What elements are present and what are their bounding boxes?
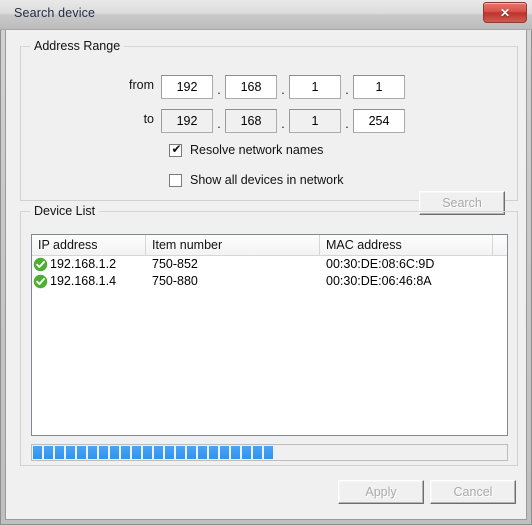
progress-chunk (209, 446, 218, 459)
status-ok-icon (33, 257, 48, 272)
to-dot-3: . (345, 117, 349, 131)
device-list-box[interactable]: IP address Item number MAC address 192.1… (31, 234, 508, 436)
to-dot-2: . (281, 117, 285, 131)
progress-chunk (110, 446, 119, 459)
search-device-window: Search device ✕ Address Range from . . .… (0, 0, 532, 525)
column-header-mac-address[interactable]: MAC address (320, 235, 493, 255)
progress-chunk (154, 446, 163, 459)
progress-chunk (88, 446, 97, 459)
cell-item-number: 750-880 (152, 274, 198, 288)
close-icon: ✕ (499, 5, 511, 20)
progress-chunk (132, 446, 141, 459)
dialog-body: Address Range from . . . to . . . (6, 31, 526, 519)
window-title: Search device (14, 6, 96, 20)
cell-ip-address: 192.168.1.2 (32, 256, 146, 273)
cancel-button[interactable]: Cancel (430, 480, 516, 504)
to-octet-2 (225, 109, 277, 133)
progress-chunk (143, 446, 152, 459)
cell-mac-address: 00:30:DE:06:46:8A (326, 274, 432, 288)
cell-ip-address: 192.168.1.4 (32, 273, 146, 290)
cell-item-number: 750-852 (152, 257, 198, 271)
progress-chunk (33, 446, 42, 459)
close-button[interactable]: ✕ (483, 2, 527, 23)
to-octet-1 (161, 109, 213, 133)
progress-chunk (231, 446, 240, 459)
progress-chunk (220, 446, 229, 459)
address-range-legend: Address Range (30, 39, 125, 53)
progress-chunk (165, 446, 174, 459)
apply-button[interactable]: Apply (338, 480, 424, 504)
scan-progress-bar (31, 444, 508, 461)
to-octet-3 (289, 109, 341, 133)
progress-chunk (66, 446, 75, 459)
device-list-group: Device List IP address Item number MAC a… (20, 204, 518, 466)
to-dot-1: . (217, 117, 221, 131)
device-list-row[interactable]: 192.168.1.4 750-880 00:30:DE:06:46:8A (32, 273, 507, 290)
progress-chunk (121, 446, 130, 459)
column-header-item-number[interactable]: Item number (146, 235, 320, 255)
progress-chunk (264, 446, 273, 459)
address-range-group: Address Range from . . . to . . . (20, 39, 518, 215)
from-dot-1: . (217, 83, 221, 97)
progress-chunk (242, 446, 251, 459)
device-list-legend: Device List (30, 204, 100, 218)
checkmark-icon: ✔ (171, 142, 182, 156)
status-ok-icon (33, 274, 48, 289)
checkmark-icon-empty (171, 172, 182, 186)
progress-chunk (99, 446, 108, 459)
to-label: to (143, 112, 154, 126)
progress-chunk (55, 446, 64, 459)
from-octet-2[interactable] (225, 75, 277, 99)
device-list-row[interactable]: 192.168.1.2 750-852 00:30:DE:08:6C:9D (32, 256, 507, 273)
progress-chunk (253, 446, 262, 459)
show-all-devices-checkbox[interactable] (169, 174, 182, 187)
scan-progress-fill (33, 446, 506, 459)
cell-ip-address-text: 192.168.1.4 (50, 274, 117, 288)
progress-chunk (187, 446, 196, 459)
from-dot-2: . (281, 83, 285, 97)
resolve-network-names-checkbox[interactable]: ✔ (169, 142, 182, 157)
device-list-header: IP address Item number MAC address (32, 235, 507, 256)
from-label: from (129, 78, 154, 92)
column-header-ip-address[interactable]: IP address (32, 235, 146, 255)
progress-chunk (198, 446, 207, 459)
column-header-extra[interactable] (493, 235, 507, 255)
progress-chunk (77, 446, 86, 459)
progress-chunk (176, 446, 185, 459)
from-octet-3[interactable] (289, 75, 341, 99)
from-octet-1[interactable] (161, 75, 213, 99)
show-all-devices-label: Show all devices in network (190, 173, 344, 187)
cell-mac-address: 00:30:DE:08:6C:9D (326, 257, 435, 271)
from-octet-4[interactable] (353, 75, 405, 99)
progress-chunk (44, 446, 53, 459)
resolve-network-names-label: Resolve network names (190, 143, 324, 157)
to-octet-4[interactable] (353, 109, 405, 133)
title-bar[interactable]: Search device ✕ (0, 0, 532, 30)
cell-ip-address-text: 192.168.1.2 (50, 257, 117, 271)
from-dot-3: . (345, 83, 349, 97)
device-list-rows: 192.168.1.2 750-852 00:30:DE:08:6C:9D 192.1… (32, 256, 507, 290)
